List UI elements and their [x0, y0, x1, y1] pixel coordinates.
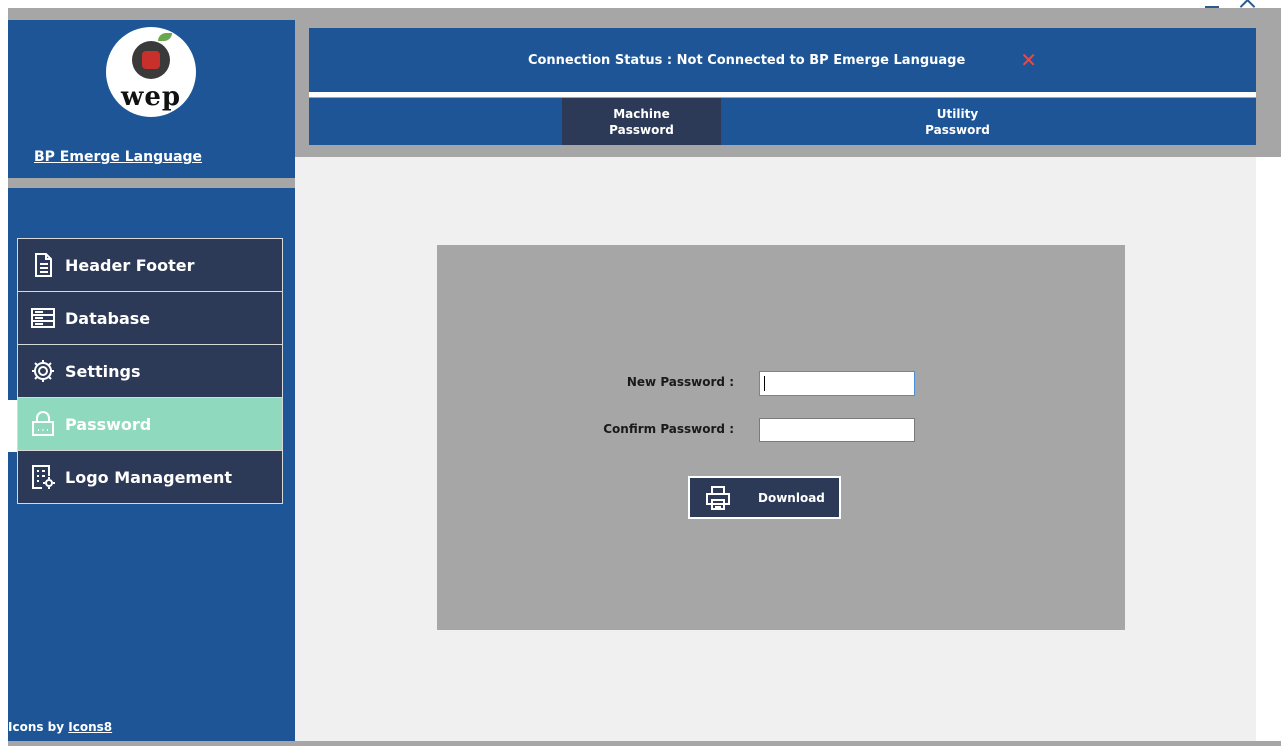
sidebar-item-settings[interactable]: Settings — [17, 345, 283, 398]
tab-label-line2: Password — [925, 122, 990, 137]
new-password-label: New Password : — [626, 375, 734, 389]
tab-machine-password[interactable]: Machine Password — [562, 98, 721, 145]
sidebar-separator — [8, 178, 295, 188]
credits: Icons by Icons8 — [8, 720, 112, 734]
gear-icon — [30, 358, 56, 384]
logo-chip — [132, 41, 170, 79]
status-label: Connection Status : — [527, 52, 673, 68]
tab-label-line2: Password — [609, 122, 674, 137]
credits-prefix: Icons by — [8, 720, 69, 734]
sidebar-item-database[interactable]: Database — [17, 292, 283, 345]
tab-bar: Machine Password Utility Password — [309, 98, 1256, 145]
document-icon — [30, 252, 56, 278]
close-icon: ✕ — [1020, 48, 1038, 72]
download-label: Download — [758, 490, 825, 505]
new-password-field[interactable] — [759, 371, 915, 396]
logo-word: wep — [120, 82, 182, 112]
window-bottom-border — [8, 741, 1281, 746]
logo-settings-icon — [30, 464, 56, 490]
sidebar-item-header-footer[interactable]: Header Footer — [17, 238, 283, 292]
database-icon — [30, 305, 56, 331]
tab-label-line1: Utility — [936, 106, 979, 121]
sidebar-item-label: Logo Management — [65, 467, 232, 487]
sidebar-item-logo-management[interactable]: Logo Management — [17, 451, 283, 504]
sidebar-nav: Header Footer Database Settings Password… — [17, 238, 283, 504]
lock-icon — [30, 411, 56, 437]
download-button[interactable]: Download — [688, 476, 841, 519]
status-value: Not Connected to BP Emerge Language — [676, 52, 966, 68]
tab-label-line1: Machine — [613, 106, 670, 121]
app-logo: wep — [106, 27, 196, 117]
active-indicator — [8, 400, 17, 452]
printer-icon — [704, 484, 732, 512]
tab-utility-password[interactable]: Utility Password — [878, 98, 1037, 145]
sidebar-item-label: Settings — [65, 361, 141, 381]
text-caret — [764, 376, 765, 391]
sidebar-item-label: Password — [65, 414, 152, 434]
icons8-link[interactable]: Icons8 — [68, 720, 112, 734]
window-top-border — [8, 8, 1281, 20]
header-divider — [309, 92, 1256, 97]
sidebar-item-label: Header Footer — [65, 255, 195, 275]
confirm-password-label: Confirm Password : — [603, 422, 734, 436]
confirm-password-field[interactable] — [759, 418, 915, 442]
minimize-icon[interactable] — [1205, 6, 1219, 8]
app-name: BP Emerge Language — [34, 149, 203, 165]
connection-status-text: Connection Status : Not Connected to BP … — [528, 53, 965, 68]
sidebar-item-label: Database — [65, 308, 151, 328]
sidebar-item-password[interactable]: Password — [17, 398, 283, 451]
window-controls — [1200, 0, 1281, 15]
connection-status-bar: Connection Status : Not Connected to BP … — [309, 28, 1256, 92]
logo-leaf — [158, 33, 172, 41]
